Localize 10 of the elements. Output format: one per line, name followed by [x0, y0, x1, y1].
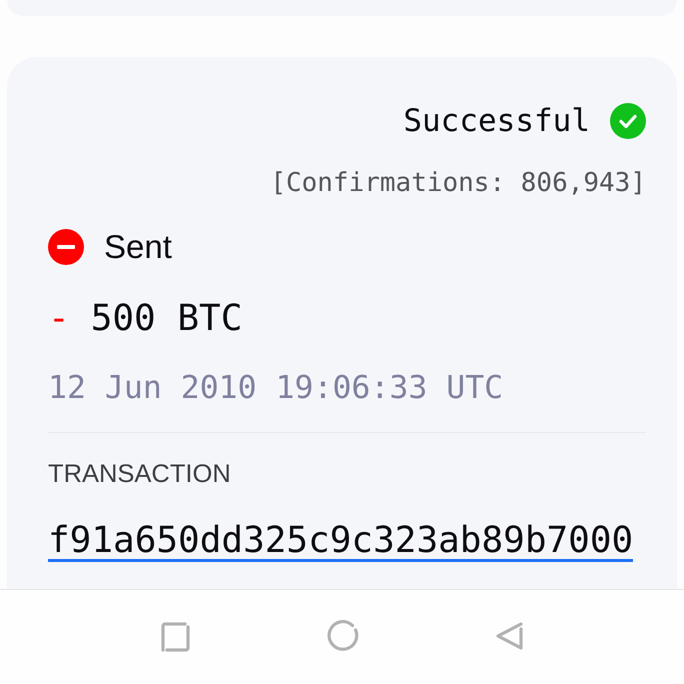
status-text: Successful	[403, 102, 590, 141]
minus-circle-icon	[48, 229, 84, 265]
amount-text: 500 BTC	[90, 298, 242, 340]
direction-label: Sent	[104, 229, 172, 265]
section-heading: TRANSACTION	[48, 460, 231, 488]
confirmations-text: [Confirmations: 806,943]	[270, 167, 646, 200]
check-circle-icon	[610, 103, 646, 139]
timestamp-text: 12 Jun 2010 19:06:33 UTC	[48, 370, 504, 406]
minus-sign: -	[48, 298, 70, 340]
transaction-hash-link[interactable]: f91a650dd325c9c323ab89b7000	[48, 523, 634, 562]
